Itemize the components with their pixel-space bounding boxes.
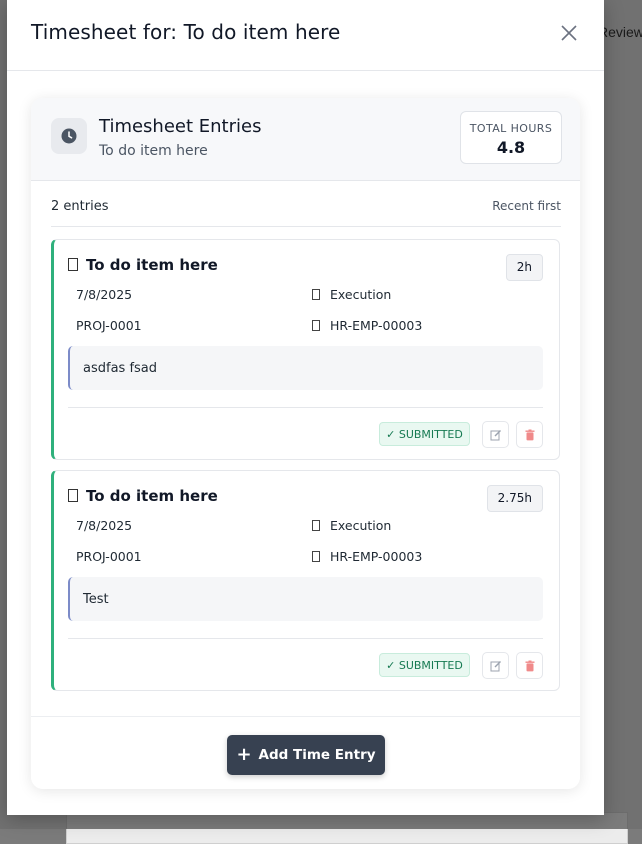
- entry-title-row: To do item here: [68, 256, 218, 274]
- timesheet-panel: Timesheet Entries To do item here TOTAL …: [31, 98, 580, 789]
- entries-list-header: 2 entries Recent first: [51, 190, 561, 227]
- entry-hours-badge: 2.75h: [486, 485, 543, 512]
- status-badge: ✓ SUBMITTED: [379, 422, 470, 446]
- sort-label: Recent first: [492, 199, 561, 213]
- timesheet-entry-card: To do item here 2h 7/8/2025 Execution PR…: [51, 239, 560, 460]
- status-badge: ✓ SUBMITTED: [379, 653, 470, 677]
- card-divider: [68, 407, 543, 408]
- entry-project: PROJ-0001: [76, 549, 142, 564]
- total-hours-value: 4.8: [496, 138, 526, 157]
- panel-title: Timesheet Entries: [99, 116, 262, 137]
- close-button[interactable]: [558, 22, 580, 44]
- clock-icon: [61, 128, 77, 144]
- timesheet-entry-card: To do item here 2.75h 7/8/2025 Execution…: [51, 470, 560, 691]
- clock-icon-box: [51, 118, 87, 154]
- entry-phase-label: Execution: [330, 287, 392, 302]
- entry-phase: Execution: [312, 518, 391, 533]
- edit-icon: [490, 660, 501, 671]
- total-hours-box: TOTAL HOURS 4.8: [460, 111, 562, 164]
- entry-note-text: Test: [83, 592, 109, 607]
- entry-project: PROJ-0001: [76, 318, 142, 333]
- entry-phase: Execution: [312, 287, 391, 302]
- trash-icon: [525, 660, 534, 671]
- entry-employee-label: HR-EMP-00003: [330, 318, 423, 333]
- task-icon: [68, 489, 78, 502]
- entry-date: 7/8/2025: [76, 287, 133, 302]
- timesheet-modal: Timesheet for: To do item here Timesheet…: [7, 0, 604, 815]
- entry-employee: HR-EMP-00003: [312, 549, 422, 564]
- entry-hours-badge: 2h: [505, 254, 543, 281]
- entry-phase-label: Execution: [330, 518, 392, 533]
- delete-entry-button[interactable]: [516, 652, 543, 679]
- card-divider: [68, 638, 543, 639]
- add-time-entry-button[interactable]: + Add Time Entry: [227, 735, 385, 775]
- employee-icon: [312, 551, 320, 562]
- entry-count: 2 entries: [51, 199, 109, 214]
- trash-icon: [525, 429, 534, 440]
- panel-footer: + Add Time Entry: [31, 716, 580, 789]
- entry-title-row: To do item here: [68, 487, 218, 505]
- task-icon: [68, 258, 78, 271]
- edit-entry-button[interactable]: [482, 421, 509, 448]
- edit-entry-button[interactable]: [482, 652, 509, 679]
- phase-icon: [312, 520, 320, 531]
- entry-title: To do item here: [86, 487, 218, 505]
- employee-icon: [312, 320, 320, 331]
- entry-note-text: asdfas fsad: [83, 361, 158, 376]
- phase-icon: [312, 289, 320, 300]
- modal-header: Timesheet for: To do item here: [7, 0, 604, 71]
- plus-icon: +: [236, 744, 252, 765]
- edit-icon: [490, 429, 501, 440]
- modal-title: Timesheet for: To do item here: [31, 20, 341, 44]
- total-hours-label: TOTAL HOURS: [469, 122, 553, 135]
- entry-note: asdfas fsad: [68, 346, 543, 390]
- entry-employee-label: HR-EMP-00003: [330, 549, 423, 564]
- entry-date: 7/8/2025: [76, 518, 133, 533]
- close-icon: [561, 25, 577, 41]
- entry-employee: HR-EMP-00003: [312, 318, 422, 333]
- panel-subtitle: To do item here: [99, 143, 208, 159]
- delete-entry-button[interactable]: [516, 421, 543, 448]
- entry-note: Test: [68, 577, 543, 621]
- add-time-entry-label: Add Time Entry: [258, 747, 376, 763]
- panel-header: Timesheet Entries To do item here TOTAL …: [31, 98, 580, 181]
- entry-title: To do item here: [86, 256, 218, 274]
